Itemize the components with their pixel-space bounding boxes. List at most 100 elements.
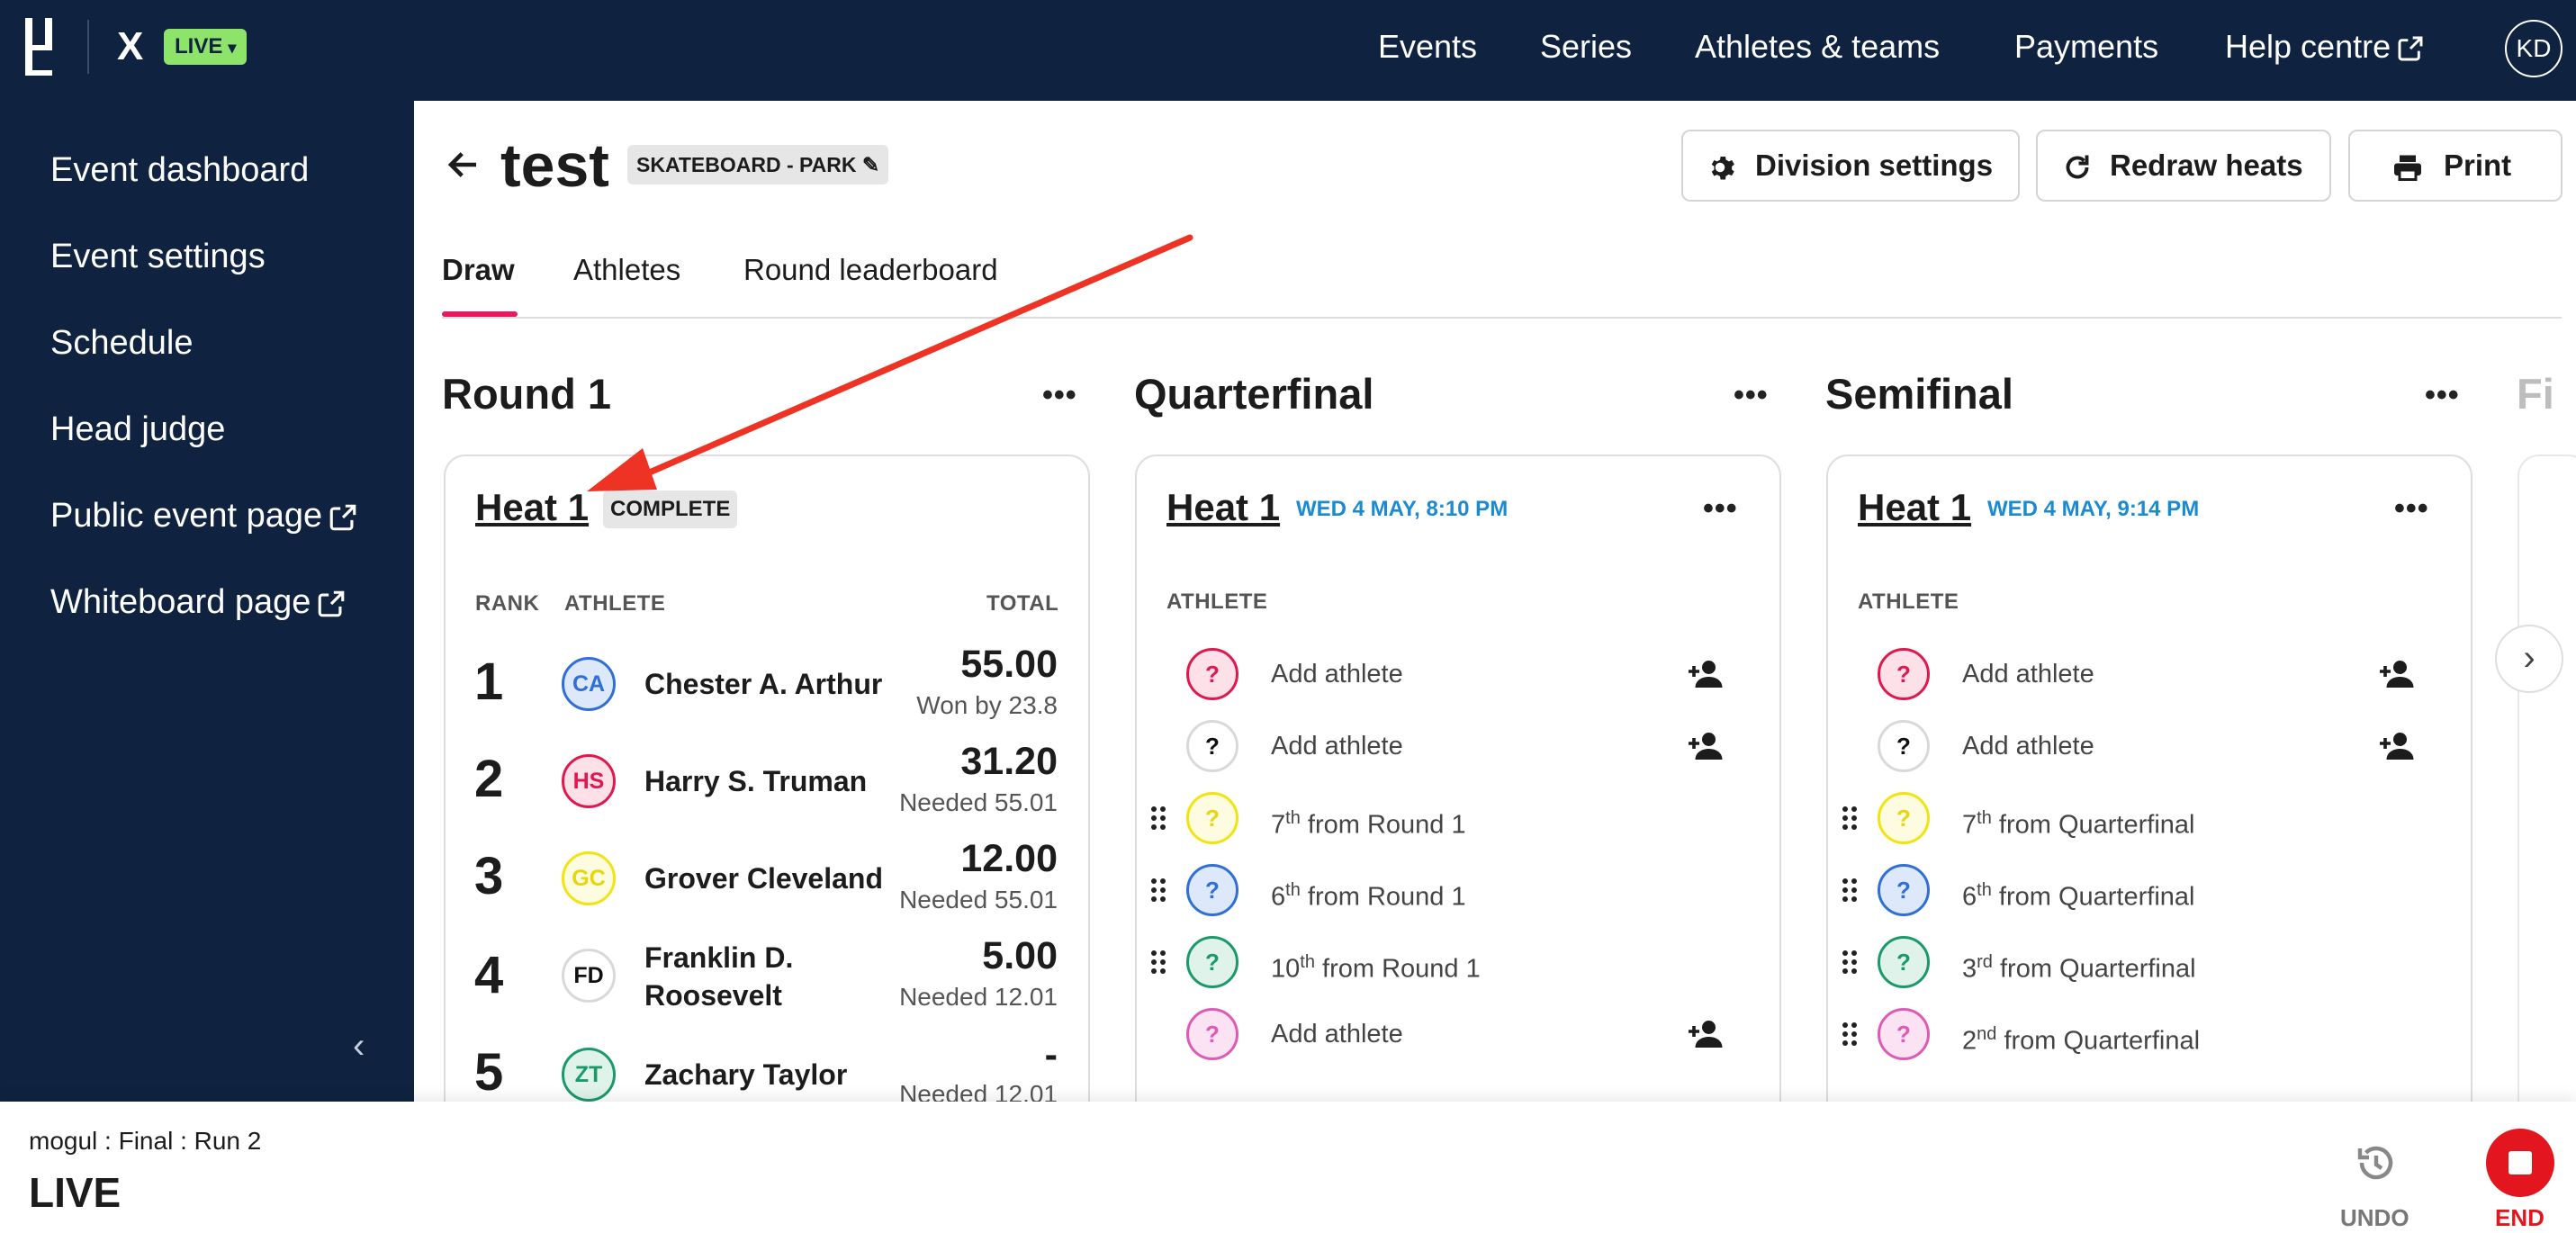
drag-handle-icon[interactable] <box>1842 877 1858 904</box>
semifinal-title: Semifinal <box>1825 370 2013 418</box>
add-person-icon[interactable] <box>1689 1019 1726 1054</box>
print-button[interactable]: Print <box>2348 130 2562 202</box>
scroll-right-chevron-icon[interactable]: › <box>2495 625 2563 693</box>
live-status-dropdown[interactable]: LIVE ▾ <box>164 29 248 65</box>
athlete-total: 5.00 <box>982 934 1058 977</box>
add-athlete-slot[interactable]: Add athlete <box>1271 1016 1403 1052</box>
slot-ordinal: 7 <box>1962 810 1977 840</box>
live-badge-label: LIVE <box>175 34 223 58</box>
add-athlete-slot[interactable]: Add athlete <box>1271 728 1403 764</box>
sidebar-item-whiteboard-page[interactable]: Whiteboard page <box>50 583 347 622</box>
external-link-icon <box>2398 37 2423 61</box>
rank-number: 2 <box>474 750 504 808</box>
athlete-name[interactable]: Harry S. Truman <box>644 763 867 799</box>
add-person-icon[interactable] <box>2380 659 2418 694</box>
progression-slot: 3rd from Quarterfinal <box>1962 944 2196 987</box>
sidebar-item-label: Public event page <box>50 497 323 535</box>
top-navigation-bar: X LIVE ▾ Events Series Athletes & teams P… <box>0 0 2576 101</box>
sidebar-item-event-dashboard[interactable]: Event dashboard <box>50 151 309 190</box>
athlete-name[interactable]: Franklin D. <box>644 940 793 976</box>
slot-source: from Quarterfinal <box>1992 954 2196 984</box>
athlete-name[interactable]: Grover Cleveland <box>644 860 883 896</box>
drag-handle-icon[interactable] <box>1842 949 1858 976</box>
undo-button[interactable]: UNDO <box>2340 1204 2409 1232</box>
nav-events[interactable]: Events <box>1378 0 1477 101</box>
drag-handle-icon[interactable] <box>1150 949 1166 976</box>
rank-number: 5 <box>474 1043 504 1102</box>
progression-slot: 7th from Quarterfinal <box>1962 800 2194 843</box>
nav-help-centre[interactable]: Help centre <box>2225 0 2425 101</box>
end-button[interactable]: END <box>2495 1204 2544 1232</box>
discipline-label: SKATEBOARD - PARK <box>636 153 857 176</box>
slot-placeholder-avatar: ? <box>1186 936 1238 988</box>
division-settings-button[interactable]: Division settings <box>1681 130 2020 202</box>
gear-icon <box>1711 157 1734 180</box>
live-status-text: LIVE <box>29 1169 122 1216</box>
drag-handle-icon[interactable] <box>1842 805 1858 832</box>
slot-placeholder-avatar: ? <box>1186 864 1238 916</box>
stop-icon[interactable] <box>2486 1129 2554 1197</box>
tab-athletes[interactable]: Athletes <box>573 252 680 288</box>
slot-placeholder-avatar: ? <box>1878 720 1930 772</box>
print-label: Print <box>2444 148 2512 182</box>
slot-ordinal-suffix: th <box>1977 880 1992 900</box>
app-logo-icon[interactable] <box>25 18 65 76</box>
sidebar-item-head-judge[interactable]: Head judge <box>50 410 225 449</box>
nav-athletes-teams[interactable]: Athletes & teams <box>1695 0 1940 101</box>
redraw-heats-label: Redraw heats <box>2110 148 2303 182</box>
add-person-icon[interactable] <box>2380 731 2418 766</box>
tabs-divider <box>442 317 2562 319</box>
drag-handle-icon[interactable] <box>1842 1021 1858 1048</box>
quarterfinal-title: Quarterfinal <box>1134 370 1374 418</box>
athlete-total: 31.20 <box>960 740 1058 783</box>
chevron-down-icon: ▾ <box>228 39 237 57</box>
semifinal-heat-title[interactable]: Heat 1 <box>1858 482 1971 533</box>
sidebar: Event dashboard Event settings Schedule … <box>0 101 414 1102</box>
sidebar-item-public-event-page[interactable]: Public event page <box>50 497 358 536</box>
athlete-name-line-2[interactable]: Roosevelt <box>644 977 782 1013</box>
round-1-heat-title[interactable]: Heat 1 <box>475 482 589 533</box>
nav-series[interactable]: Series <box>1540 0 1632 101</box>
slot-source: from Quarterfinal <box>1996 1026 2201 1056</box>
heat-more-icon[interactable]: ••• <box>2394 493 2429 524</box>
athlete-column-header: ATHLETE <box>1166 590 1268 614</box>
pencil-icon: ✎ <box>861 153 880 176</box>
heat-date: WED 4 MAY, 8:10 PM <box>1296 497 1509 521</box>
slot-placeholder-avatar: ? <box>1186 792 1238 844</box>
rank-number: 4 <box>474 946 504 1004</box>
tab-round-leaderboard[interactable]: Round leaderboard <box>743 252 998 288</box>
quarterfinal-heat-title[interactable]: Heat 1 <box>1166 482 1280 533</box>
add-person-icon[interactable] <box>1689 659 1726 694</box>
add-athlete-slot[interactable]: Add athlete <box>1962 728 2094 764</box>
undo-history-icon[interactable] <box>2355 1141 2398 1184</box>
back-arrow-icon[interactable] <box>445 146 482 184</box>
heat-more-icon[interactable]: ••• <box>1703 493 1738 524</box>
athlete-total: 55.00 <box>960 643 1058 686</box>
drag-handle-icon[interactable] <box>1150 877 1166 904</box>
athlete-name[interactable]: Chester A. Arthur <box>644 666 882 702</box>
external-link-icon <box>319 590 345 617</box>
add-person-icon[interactable] <box>1689 731 1726 766</box>
sidebar-item-schedule[interactable]: Schedule <box>50 324 193 363</box>
round-1-more-icon[interactable]: ••• <box>1042 380 1077 410</box>
redraw-heats-button[interactable]: Redraw heats <box>2036 130 2331 202</box>
sidebar-item-event-settings[interactable]: Event settings <box>50 238 266 276</box>
slot-placeholder-avatar: ? <box>1878 864 1930 916</box>
slot-placeholder-avatar: ? <box>1186 1008 1238 1060</box>
user-avatar[interactable]: KD <box>2505 20 2562 77</box>
add-athlete-slot[interactable]: Add athlete <box>1962 656 2094 692</box>
external-link-icon <box>329 504 356 531</box>
discipline-badge[interactable]: SKATEBOARD - PARK ✎ <box>627 145 889 184</box>
slot-source: from Quarterfinal <box>1991 810 2195 840</box>
sidebar-item-label: Whiteboard page <box>50 583 311 621</box>
nav-payments[interactable]: Payments <box>2014 0 2158 101</box>
semifinal-more-icon[interactable]: ••• <box>2425 380 2460 410</box>
collapse-sidebar-chevron-icon[interactable]: ‹ <box>353 1026 365 1066</box>
drag-handle-icon[interactable] <box>1150 805 1166 832</box>
add-athlete-slot[interactable]: Add athlete <box>1271 656 1403 692</box>
athlete-name[interactable]: Zachary Taylor <box>644 1057 847 1093</box>
slot-source: from Round 1 <box>1314 954 1481 984</box>
slot-ordinal-suffix: th <box>1977 808 1992 828</box>
tab-draw[interactable]: Draw <box>442 252 515 288</box>
quarterfinal-more-icon[interactable]: ••• <box>1734 380 1769 410</box>
